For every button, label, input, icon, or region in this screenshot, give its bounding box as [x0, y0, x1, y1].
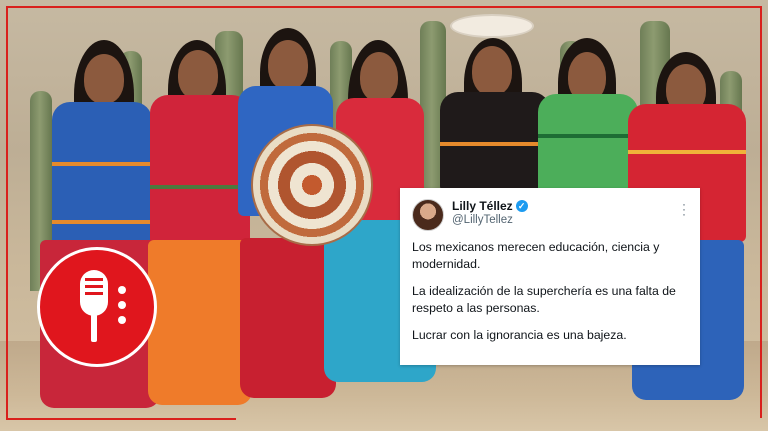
tweet-header: Lilly Téllez ✓ @LillyTellez: [412, 199, 688, 231]
microphone-logo-icon: [37, 247, 157, 367]
woven-basket: [251, 124, 373, 246]
frame-left-line: [6, 6, 8, 418]
tweet-paragraph: Los mexicanos merecen educación, ciencia…: [412, 240, 660, 271]
woman-figure: [148, 40, 252, 405]
woman-figure: [440, 34, 550, 194]
author-name[interactable]: Lilly Téllez: [452, 199, 513, 213]
food-tray: [450, 14, 534, 38]
tweet-card[interactable]: Lilly Téllez ✓ @LillyTellez · · · Los mexi…: [400, 188, 700, 365]
frame-bottom-line: [6, 418, 236, 420]
avatar[interactable]: [412, 199, 444, 231]
frame-right-line: [760, 6, 762, 418]
author-info: Lilly Téllez ✓ @LillyTellez: [452, 199, 528, 227]
verified-badge-icon: ✓: [515, 200, 528, 212]
frame-top-line: [6, 6, 762, 8]
tweet-text: Los mexicanos merecen educación, ciencia…: [412, 239, 688, 344]
tweet-paragraph: La idealización de la superchería es una…: [412, 284, 676, 315]
more-options-icon[interactable]: · · ·: [680, 198, 688, 220]
author-handle[interactable]: @LillyTellez: [452, 213, 528, 227]
woman-figure: [538, 38, 638, 198]
microphone-logo-svg: [80, 270, 126, 342]
tweet-paragraph: Lucrar con la ignorancia es una bajeza.: [412, 328, 627, 342]
